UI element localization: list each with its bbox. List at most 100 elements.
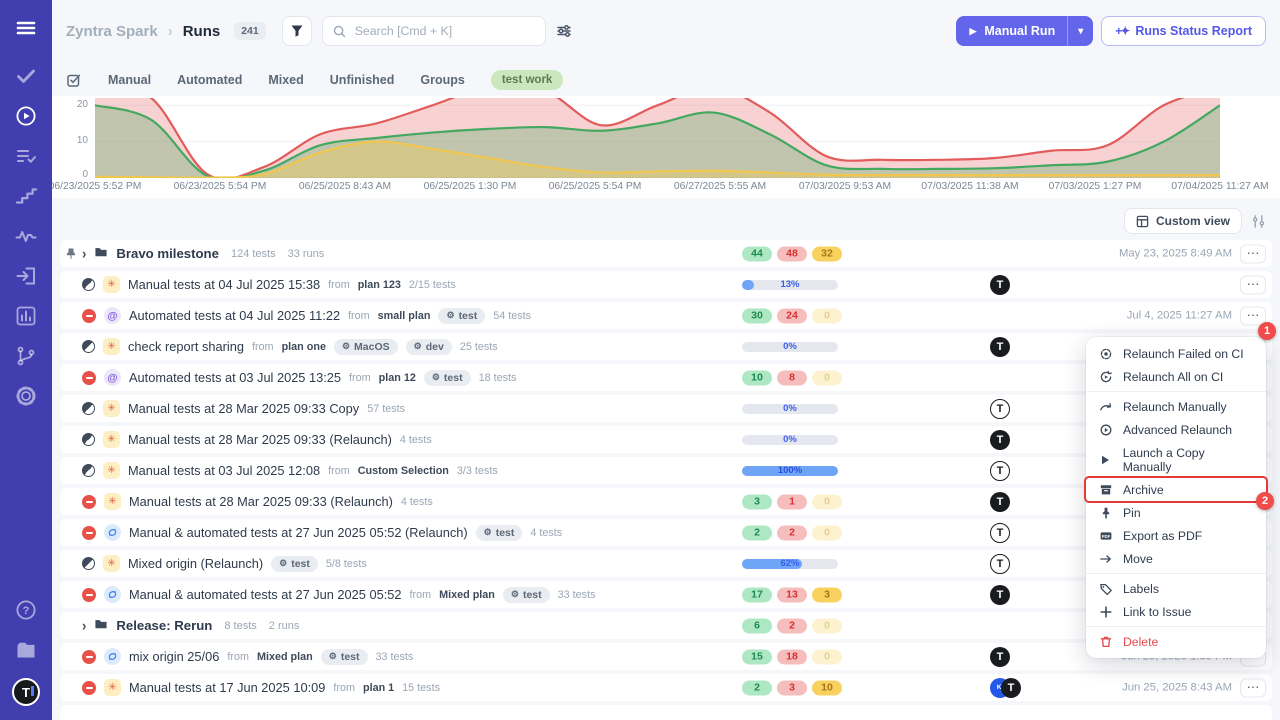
view-settings-button[interactable]: [556, 23, 572, 39]
run-date: May 23, 2025 8:49 AM: [1119, 248, 1232, 260]
search-box[interactable]: [322, 16, 546, 46]
group-runs-count: 2 runs: [269, 620, 300, 632]
menu-item-move[interactable]: Move: [1086, 547, 1266, 570]
assignee-avatars: T: [990, 461, 1010, 481]
tab-automated[interactable]: Automated: [177, 73, 242, 87]
run-date: Jul 4, 2025 11:27 AM: [1127, 310, 1232, 322]
help-icon[interactable]: ?: [0, 590, 52, 630]
tests-count: 33 tests: [376, 651, 414, 663]
x-tick-label: 07/03/2025 1:27 PM: [1049, 181, 1142, 192]
menu-item-relaunch-manually[interactable]: Relaunch Manually: [1086, 395, 1266, 418]
tests-count: 57 tests: [367, 403, 405, 415]
menu-item-label: Relaunch Failed on CI: [1123, 347, 1244, 361]
plan-name: Mixed plan: [439, 589, 495, 601]
tab-manual[interactable]: Manual: [108, 73, 151, 87]
menu-item-export-as-pdf[interactable]: PDFExport as PDF: [1086, 524, 1266, 547]
expand-chevron-icon[interactable]: ›: [82, 617, 86, 634]
import-icon[interactable]: [0, 256, 52, 296]
tab-groups[interactable]: Groups: [420, 73, 464, 87]
stopped-status-icon: [82, 588, 96, 602]
bulk-select-icon[interactable]: [66, 72, 82, 88]
more-actions-button[interactable]: ⋯: [1240, 244, 1266, 263]
run-stats: 2310: [742, 680, 842, 695]
menu-item-advanced-relaunch[interactable]: Advanced Relaunch: [1086, 418, 1266, 441]
milestones-icon[interactable]: [0, 176, 52, 216]
run-title: Automated tests at 04 Jul 2025 11:22: [129, 308, 340, 323]
from-label: from: [252, 341, 274, 353]
menu-icon[interactable]: [0, 0, 52, 56]
y-tick-20: 20: [62, 99, 88, 110]
run-stats: 0%: [742, 342, 838, 352]
passed-count-badge: 3: [742, 494, 772, 509]
runs-status-report-button[interactable]: +✦ Runs Status Report: [1101, 16, 1266, 46]
plan-name: plan 123: [358, 279, 401, 291]
gear-icon: ⚙: [279, 558, 287, 569]
run-context-menu: Relaunch Failed on CI Relaunch All on CI R…: [1086, 337, 1266, 658]
list-row-partial: [60, 705, 1272, 720]
row-main: ›Release: Rerun8 tests2 runs: [82, 617, 299, 635]
run-stats: 220: [742, 525, 842, 540]
manual-origin-icon: ✳: [104, 679, 121, 696]
run-row[interactable]: @Automated tests at 04 Jul 2025 11:22fro…: [60, 302, 1272, 329]
runs-play-icon[interactable]: [0, 96, 52, 136]
manual-run-button[interactable]: ▶ Manual Run ▾: [956, 16, 1093, 46]
avatar: T: [990, 399, 1010, 419]
progress-bar: 0%: [742, 342, 838, 352]
passed-count-badge: 6: [742, 618, 772, 633]
relaunch-manually-icon: [1098, 400, 1113, 414]
menu-item-label: Launch a Copy Manually: [1123, 446, 1254, 474]
avatar: T: [990, 430, 1010, 450]
search-input[interactable]: [353, 23, 535, 39]
active-filter-label[interactable]: test work: [491, 70, 564, 90]
menu-item-link-to-issue[interactable]: Link to Issue: [1086, 600, 1266, 623]
menu-item-labels[interactable]: Labels: [1086, 577, 1266, 600]
failed-count-badge: 13: [777, 587, 807, 602]
passed-count-badge: 17: [742, 587, 772, 602]
run-title: Manual & automated tests at 27 Jun 2025 …: [129, 525, 468, 540]
tasks-check-icon[interactable]: [0, 56, 52, 96]
assignee-avatars: T: [990, 492, 1010, 512]
projects-icon[interactable]: [0, 630, 52, 670]
gear-icon: ⚙: [484, 527, 492, 538]
from-label: from: [409, 589, 431, 601]
custom-view-button[interactable]: Custom view: [1124, 208, 1242, 234]
menu-item-archive[interactable]: Archive2: [1086, 478, 1266, 501]
x-tick-label: 07/03/2025 9:53 AM: [799, 181, 891, 192]
passed-count-badge: 30: [742, 308, 772, 323]
menu-item-launch-a-copy-manually[interactable]: Launch a Copy Manually: [1086, 441, 1266, 478]
group-row[interactable]: ›Bravo milestone124 tests33 runs444832Ma…: [60, 240, 1272, 267]
tab-mixed[interactable]: Mixed: [268, 73, 303, 87]
header: Zyntra Spark › Runs 241 ▶ Manual Run ▾ +…: [52, 0, 1280, 62]
menu-item-pin[interactable]: Pin: [1086, 501, 1266, 524]
filter-button[interactable]: [282, 16, 312, 46]
user-avatar[interactable]: T: [12, 678, 40, 706]
columns-settings-icon[interactable]: [1251, 214, 1266, 229]
plan-name: Mixed plan: [257, 651, 313, 663]
menu-item-relaunch-failed-on-ci[interactable]: Relaunch Failed on CI: [1086, 342, 1266, 365]
svg-text:PDF: PDF: [1101, 534, 1110, 539]
x-tick-label: 06/25/2025 1:30 PM: [424, 181, 517, 192]
env-tag: ⚙test: [438, 308, 485, 324]
run-stats: 310: [742, 494, 842, 509]
run-row[interactable]: ✳Manual tests at 04 Jul 2025 15:38frompl…: [60, 271, 1272, 298]
menu-item-delete[interactable]: Delete: [1086, 630, 1266, 653]
settings-icon[interactable]: [0, 376, 52, 416]
expand-chevron-icon[interactable]: ›: [82, 245, 86, 262]
analytics-icon[interactable]: [0, 296, 52, 336]
in-progress-status-icon: [82, 340, 95, 353]
tab-unfinished[interactable]: Unfinished: [330, 73, 395, 87]
test-plans-icon[interactable]: [0, 136, 52, 176]
breadcrumb-project[interactable]: Zyntra Spark: [66, 23, 158, 40]
branches-icon[interactable]: [0, 336, 52, 376]
menu-item-relaunch-all-on-ci[interactable]: Relaunch All on CI: [1086, 365, 1266, 388]
more-actions-button[interactable]: ⋯: [1240, 275, 1266, 294]
run-row[interactable]: ✳Manual tests at 17 Jun 2025 10:09frompl…: [60, 674, 1272, 701]
pulse-icon[interactable]: [0, 216, 52, 256]
chevron-down-icon[interactable]: ▾: [1068, 26, 1093, 37]
env-tag: ⚙test: [503, 587, 550, 603]
from-label: from: [328, 279, 350, 291]
row-main: @Automated tests at 04 Jul 2025 11:22fro…: [82, 307, 531, 324]
more-actions-button[interactable]: ⋯: [1240, 678, 1266, 697]
row-actions: Jun 25, 2025 8:43 AM⋯: [1122, 678, 1266, 697]
row-main: ✳Manual tests at 17 Jun 2025 10:09frompl…: [82, 679, 440, 696]
